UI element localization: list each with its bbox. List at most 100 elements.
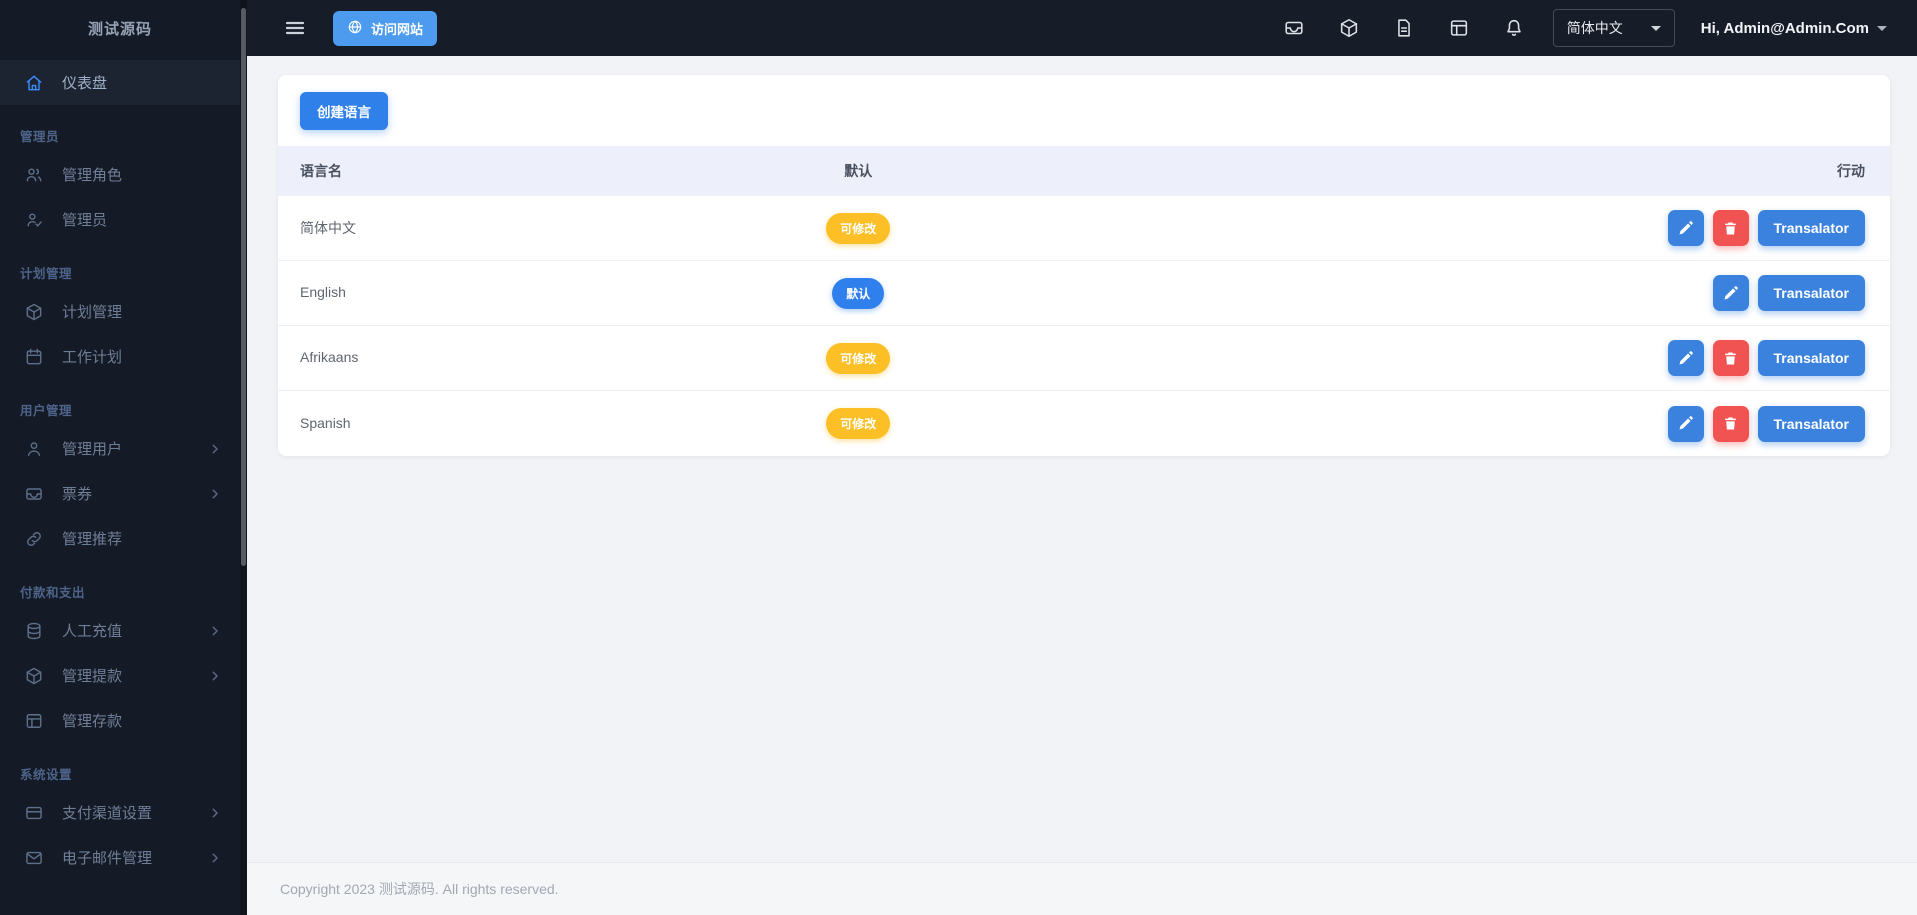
link-icon: [24, 529, 44, 549]
sidebar-item-label: 管理员: [62, 212, 108, 229]
language-selected-label: 简体中文: [1566, 20, 1623, 36]
sidebar-item[interactable]: 管理员: [0, 197, 240, 242]
sidebar-item[interactable]: 电子邮件管理: [0, 835, 240, 880]
home-icon: [24, 73, 44, 93]
sidebar-section-label: 管理员: [20, 130, 60, 144]
edit-button[interactable]: [1667, 340, 1704, 376]
table-row: 简体中文 可修改 Transalator: [278, 196, 1890, 261]
database-icon: [24, 621, 44, 641]
default-badge: 默认: [832, 277, 885, 309]
top-navbar: 访问网站 简体中文 Hi, Admin@Admin.Com: [247, 0, 1917, 56]
sidebar-section-label: 计划管理: [20, 267, 73, 281]
create-language-button[interactable]: 创建语言: [300, 92, 388, 130]
sidebar-item[interactable]: 管理提款: [0, 653, 240, 698]
pencil-icon: [1722, 285, 1739, 302]
sidebar-scrollbar[interactable]: [240, 0, 247, 915]
globe-icon: [347, 19, 363, 38]
cube-icon[interactable]: [1338, 17, 1360, 39]
sidebar-item[interactable]: 支付渠道设置: [0, 790, 240, 835]
chevron-right-icon: [208, 442, 222, 456]
user-account-menu[interactable]: Hi, Admin@Admin.Com: [1701, 20, 1887, 37]
chevron-right-icon: [208, 669, 222, 683]
mail-icon: [24, 848, 44, 868]
copyright-text: Copyright 2023 测试源码. All rights reserved…: [280, 881, 559, 897]
visit-website-label: 访问网站: [371, 21, 424, 37]
user-icon: [24, 439, 44, 459]
editable-badge: 可修改: [826, 342, 891, 374]
user-check-icon: [24, 210, 44, 230]
language-name: Spanish: [300, 414, 351, 431]
table-row: Afrikaans 可修改 Transalator: [278, 326, 1890, 391]
sidebar-item-label: 管理角色: [62, 167, 123, 184]
admin-app: 测试源码 仪表盘 管理员 管理角色 管理员 计划管理 计划管理 工作计划 用户管理 管理用户 票券…: [0, 0, 1917, 915]
pencil-icon: [1677, 415, 1694, 432]
cube-icon: [24, 302, 44, 322]
sidebar: 测试源码 仪表盘 管理员 管理角色 管理员 计划管理 计划管理 工作计划 用户管理 管理用户 票券…: [0, 0, 247, 915]
translator-button[interactable]: Transalator: [1757, 210, 1865, 246]
user-greeting: Hi, Admin@Admin.Com: [1700, 19, 1869, 37]
calendar-icon: [24, 347, 44, 367]
sidebar-item[interactable]: 管理用户: [0, 426, 240, 471]
delete-button[interactable]: [1712, 405, 1749, 442]
language-name: English: [300, 284, 346, 300]
chevron-right-icon: [208, 806, 222, 820]
sidebar-item-label: 管理存款: [62, 713, 123, 730]
grid-icon[interactable]: [1448, 17, 1470, 39]
chevron-down-icon: [1877, 25, 1887, 31]
table-header: 语言名 默认 行动: [278, 146, 1890, 196]
sidebar-item[interactable]: 票券: [0, 471, 240, 516]
editable-badge: 可修改: [826, 212, 891, 244]
brand-title: 测试源码: [87, 20, 152, 38]
table-body: 简体中文 可修改 Transalator English 默认 Transalator Af…: [278, 196, 1890, 456]
bell-icon[interactable]: [1503, 17, 1525, 39]
table-row: English 默认 Transalator: [278, 261, 1890, 326]
sidebar-item-label: 人工充值: [62, 623, 123, 640]
sidebar-item[interactable]: 仪表盘: [0, 60, 240, 105]
sidebar-item-label: 管理推荐: [62, 531, 123, 548]
edit-button[interactable]: [1667, 210, 1704, 246]
editable-badge: 可修改: [826, 408, 891, 439]
sidebar-item[interactable]: 人工充值: [0, 608, 240, 653]
column-header-language-name: 语言名: [300, 163, 342, 179]
pencil-icon: [1677, 350, 1694, 367]
pencil-icon: [1677, 220, 1694, 237]
sidebar-section-label: 系统设置: [20, 768, 73, 782]
languages-card: 创建语言 语言名 默认 行动 简体中文 可修改 Transalator English…: [278, 75, 1890, 456]
edit-button[interactable]: [1712, 275, 1749, 311]
trash-icon: [1722, 415, 1739, 432]
language-name: 简体中文: [300, 220, 356, 236]
chevron-right-icon: [208, 851, 222, 865]
translator-button[interactable]: Transalator: [1757, 275, 1865, 311]
navbar-quick-icons: [1283, 17, 1525, 39]
inbox-icon: [24, 484, 44, 504]
visit-website-button[interactable]: 访问网站: [333, 10, 438, 46]
language-name: Afrikaans: [300, 349, 359, 365]
column-header-default: 默认: [844, 163, 873, 179]
delete-button[interactable]: [1712, 340, 1749, 376]
file-icon[interactable]: [1393, 17, 1415, 39]
sidebar-item[interactable]: 管理角色: [0, 152, 240, 197]
sidebar-item-label: 计划管理: [62, 304, 123, 321]
page-footer: Copyright 2023 测试源码. All rights reserved…: [247, 862, 1917, 915]
sidebar-scrollbar-thumb[interactable]: [241, 8, 246, 566]
sidebar-item[interactable]: 计划管理: [0, 289, 240, 334]
edit-button[interactable]: [1667, 405, 1704, 442]
delete-button[interactable]: [1712, 210, 1749, 246]
sidebar-menu: 仪表盘 管理员 管理角色 管理员 计划管理 计划管理 工作计划 用户管理 管理用户 票券 管理推荐付…: [0, 56, 240, 880]
sidebar-item-label: 管理用户: [62, 441, 123, 458]
sidebar-item[interactable]: 管理推荐: [0, 516, 240, 561]
chevron-right-icon: [208, 487, 222, 501]
hamburger-icon: [283, 16, 307, 40]
inbox-icon[interactable]: [1283, 17, 1305, 39]
translator-button[interactable]: Transalator: [1757, 340, 1865, 376]
translator-button[interactable]: Transalator: [1757, 405, 1865, 442]
users-icon: [24, 165, 44, 185]
sidebar-section-label: 用户管理: [20, 404, 73, 418]
sidebar-item[interactable]: 工作计划: [0, 334, 240, 379]
credit-card-icon: [24, 803, 44, 823]
language-selector[interactable]: 简体中文: [1552, 9, 1675, 47]
sidebar-item[interactable]: 管理存款: [0, 698, 240, 743]
menu-toggle-button[interactable]: [283, 16, 307, 40]
table-row: Spanish 可修改 Transalator: [278, 391, 1890, 456]
chevron-right-icon: [208, 624, 222, 638]
